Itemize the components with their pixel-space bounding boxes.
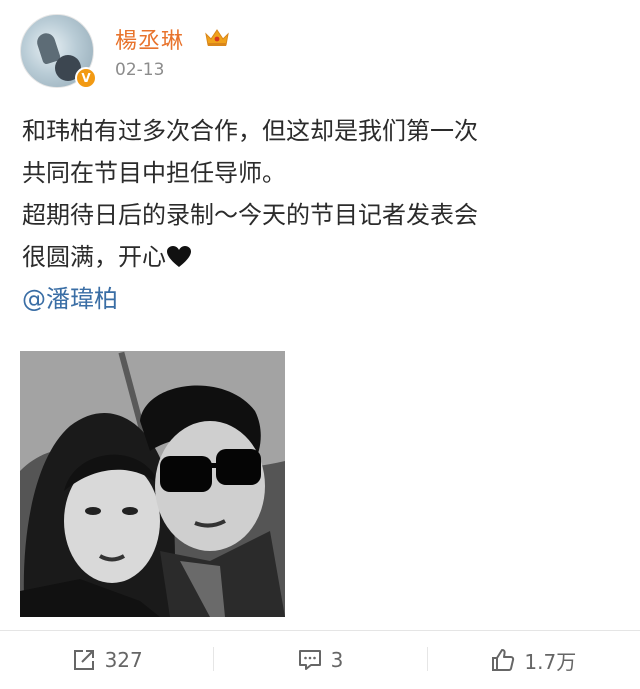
post-actions: 327 3 1.7万 xyxy=(0,631,640,689)
post-content: 和玮柏有过多次合作，但这却是我们第一次 共同在节目中担任导师。 超期待日后的录制… xyxy=(22,110,622,320)
content-line-3: 超期待日后的录制～今天的节目记者发表会 xyxy=(22,201,478,229)
verified-badge-icon: V xyxy=(75,67,97,89)
comment-icon xyxy=(298,650,321,670)
photo-illustration xyxy=(20,351,285,617)
author-name[interactable]: 楊丞琳 xyxy=(115,23,184,55)
black-heart-icon xyxy=(167,246,191,267)
comment-count: 3 xyxy=(330,648,344,672)
content-line-4-text: 很圆满，开心 xyxy=(22,243,166,271)
post-time: 02-13 xyxy=(115,60,165,80)
post-header: V 楊丞琳 02-13 xyxy=(20,14,620,90)
content-line-1: 和玮柏有过多次合作，但这却是我们第一次 xyxy=(22,117,478,145)
content-line-2: 共同在节目中担任导师。 xyxy=(22,159,286,187)
post-photo[interactable] xyxy=(20,351,285,617)
mention-link[interactable]: @潘瑋柏 xyxy=(22,278,622,320)
repost-button[interactable]: 327 xyxy=(0,631,213,689)
thumbs-up-icon xyxy=(492,649,515,671)
repost-count: 327 xyxy=(104,648,143,672)
like-count: 1.7万 xyxy=(524,649,577,674)
like-button[interactable]: 1.7万 xyxy=(426,631,640,689)
repost-icon xyxy=(73,650,94,670)
content-line-4: 很圆满，开心 xyxy=(22,236,622,278)
comment-button[interactable]: 3 xyxy=(213,631,426,689)
crown-icon xyxy=(205,29,229,46)
